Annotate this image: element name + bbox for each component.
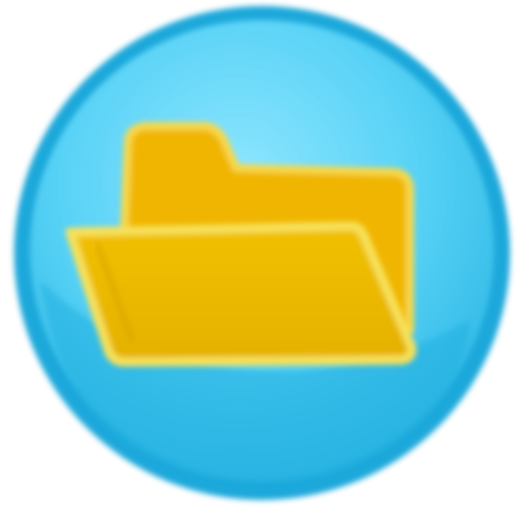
open-folder-icon[interactable]	[0, 0, 520, 510]
icon-canvas	[0, 0, 520, 510]
folder-front	[65, 221, 417, 367]
